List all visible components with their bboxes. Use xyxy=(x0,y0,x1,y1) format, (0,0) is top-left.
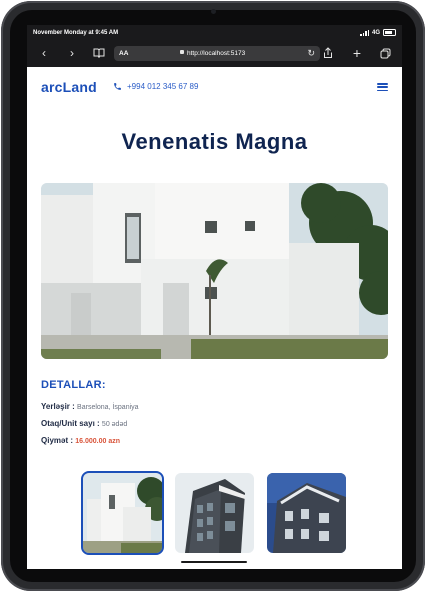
home-indicator xyxy=(181,561,247,563)
back-arrow-icon[interactable]: ‹ xyxy=(36,45,52,61)
forward-arrow-icon[interactable]: › xyxy=(64,45,80,61)
location-label: Yerləşir : xyxy=(41,402,75,411)
hero-house-image xyxy=(41,183,388,359)
front-camera xyxy=(211,9,216,14)
battery-icon xyxy=(383,29,396,36)
units-label: Otaq/Unit sayı : xyxy=(41,419,100,428)
status-right: 4G xyxy=(360,29,396,36)
gallery-thumbnail-1[interactable] xyxy=(81,471,164,555)
status-time: November Monday at 9:45 AM xyxy=(33,30,119,36)
lock-icon xyxy=(180,50,184,54)
header-phone[interactable]: +994 012 345 67 89 xyxy=(113,82,198,91)
url-text: http://localhost:5173 xyxy=(187,50,246,57)
gallery-thumbnail-3[interactable] xyxy=(267,473,346,553)
share-icon[interactable] xyxy=(320,45,336,61)
web-page: arcLand +994 012 345 67 89 Venenatis Mag… xyxy=(27,67,402,569)
tabs-icon[interactable] xyxy=(377,45,393,61)
network-type: 4G xyxy=(371,29,380,36)
book-icon[interactable] xyxy=(91,45,107,61)
detail-location: Yerləşir : Barselona, İspaniya xyxy=(41,402,139,411)
price-value: 16.000.00 azn xyxy=(75,438,121,445)
detail-price: Qiymət : 16.000.00 azn xyxy=(41,436,120,445)
price-label: Qiymət : xyxy=(41,436,74,445)
cellular-signal-icon xyxy=(360,29,369,36)
text-size-button[interactable]: AA xyxy=(119,50,128,57)
units-value: 50 ədəd xyxy=(101,421,128,428)
details-heading: DETALLAR: xyxy=(41,379,106,391)
status-bar: November Monday at 9:45 AM 4G xyxy=(27,25,402,41)
browser-toolbar: ‹ › AA http://localhost:5173 ↻ + xyxy=(27,41,402,67)
phone-number: +994 012 345 67 89 xyxy=(127,82,199,91)
screen: November Monday at 9:45 AM 4G ‹ › AA htt… xyxy=(27,25,402,569)
detail-units: Otaq/Unit sayı : 50 ədəd xyxy=(41,419,127,428)
location-value: Barselona, İspaniya xyxy=(77,404,139,411)
reload-icon[interactable]: ↻ xyxy=(307,48,315,59)
tablet-device: November Monday at 9:45 AM 4G ‹ › AA htt… xyxy=(0,0,428,594)
site-logo[interactable]: arcLand xyxy=(41,79,97,95)
address-bar[interactable]: AA http://localhost:5173 ↻ xyxy=(114,46,320,61)
page-title: Venenatis Magna xyxy=(121,129,308,154)
gallery-thumbnail-2[interactable] xyxy=(175,473,254,553)
phone-icon xyxy=(114,83,121,90)
new-tab-plus-icon[interactable]: + xyxy=(349,45,365,61)
hamburger-menu-icon[interactable] xyxy=(377,83,388,91)
